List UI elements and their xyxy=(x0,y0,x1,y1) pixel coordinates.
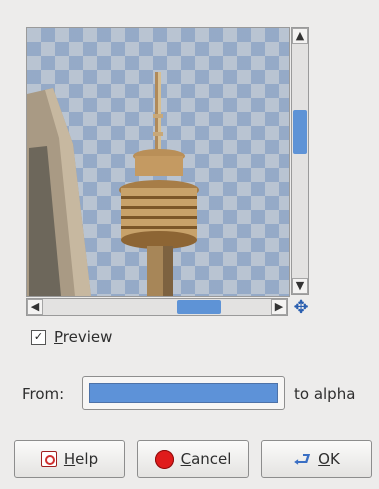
enter-arrow-icon: ⮐ xyxy=(293,447,312,471)
help-label-rest: elp xyxy=(75,450,99,468)
preview-checkbox[interactable]: ✓ xyxy=(31,329,46,345)
cancel-button[interactable]: Cancel xyxy=(137,440,249,478)
from-label: From: xyxy=(22,385,65,403)
horizontal-scroll-thumb[interactable] xyxy=(177,300,221,314)
ok-label: OK xyxy=(318,450,340,468)
help-button[interactable]: Help xyxy=(14,440,125,478)
preview-image xyxy=(27,72,199,296)
cancel-label: Cancel xyxy=(181,450,232,468)
help-icon xyxy=(40,451,57,467)
stop-icon xyxy=(154,449,174,469)
scroll-right-icon[interactable]: ▶ xyxy=(271,299,287,315)
preview-canvas[interactable] xyxy=(26,27,290,297)
vertical-scroll-thumb[interactable] xyxy=(293,110,307,154)
ok-label-rest: K xyxy=(329,450,340,468)
preview-label: Preview xyxy=(54,328,112,346)
cancel-label-rest: ancel xyxy=(191,450,232,468)
scroll-down-icon[interactable]: ▼ xyxy=(292,278,308,294)
preview-label-rest: review xyxy=(62,328,113,346)
scroll-left-icon[interactable]: ◀ xyxy=(27,299,43,315)
color-swatch xyxy=(89,383,278,403)
preview-vertical-scrollbar[interactable]: ▲ ▼ xyxy=(291,27,309,295)
scroll-up-icon[interactable]: ▲ xyxy=(292,28,308,44)
help-label: Help xyxy=(64,450,98,468)
preview-frame: ▲ ▼ ◀ ▶ ✥ xyxy=(26,27,311,321)
move-icon[interactable]: ✥ xyxy=(292,299,310,317)
from-color-button[interactable] xyxy=(82,376,285,410)
preview-horizontal-scrollbar[interactable]: ◀ ▶ xyxy=(26,298,288,316)
help-label-accel: H xyxy=(63,450,76,468)
preview-toggle[interactable]: ✓ Preview xyxy=(31,328,112,346)
ok-button[interactable]: ⮐ OK xyxy=(261,440,372,478)
ok-label-accel: O xyxy=(318,450,330,468)
to-alpha-label: to alpha xyxy=(294,385,356,403)
cancel-label-accel: C xyxy=(180,450,192,468)
from-row: From: to alpha xyxy=(22,376,367,412)
preview-label-accel: P xyxy=(54,328,63,346)
